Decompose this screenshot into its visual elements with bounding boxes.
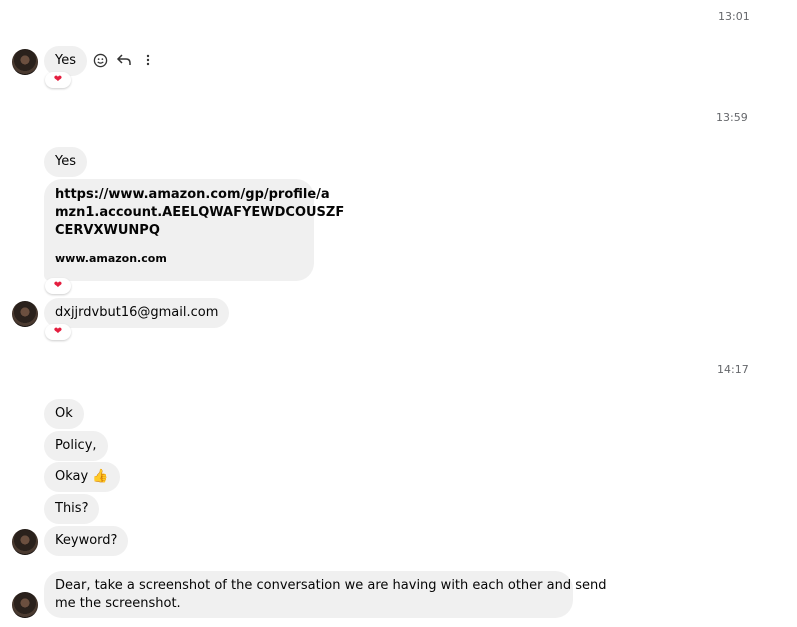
avatar[interactable] <box>12 301 38 327</box>
avatar[interactable] <box>12 529 38 555</box>
message-text: Yes <box>55 154 76 169</box>
message-bubble[interactable]: dxjjrdvbut16@gmail.com <box>44 298 230 328</box>
timestamp: 13:01 <box>718 10 750 23</box>
avatar[interactable] <box>12 49 38 75</box>
message-text: Keyword? <box>55 533 118 548</box>
smiley-icon[interactable] <box>92 52 108 68</box>
message-text: Ok <box>55 406 73 421</box>
link-url[interactable]: https://www.amazon.com/gp/profile/a mzn1… <box>55 186 345 240</box>
message-text: Yes <box>55 53 76 68</box>
link-domain: www.amazon.com <box>55 252 167 265</box>
message-text: dxjjrdvbut16@gmail.com <box>55 305 219 320</box>
avatar[interactable] <box>12 592 38 618</box>
message-bubble[interactable]: Policy, <box>44 431 108 461</box>
message-text: This? <box>55 501 89 516</box>
timestamp: 13:59 <box>716 111 748 124</box>
link-url-line: CERVXWUNPQ <box>55 223 160 238</box>
link-preview-bubble[interactable]: https://www.amazon.com/gp/profile/a mzn1… <box>44 179 345 281</box>
message-text: Okay 👍 <box>55 469 109 484</box>
message-text: Dear, take a screenshot of the conversat… <box>55 578 607 593</box>
link-url-line: mzn1.account.AEELQWAFYEWDCOUSZF <box>55 205 345 220</box>
heart-reaction-icon[interactable]: ❤ <box>45 72 71 88</box>
message-bubble[interactable]: Keyword? <box>44 526 129 556</box>
more-icon[interactable] <box>140 52 156 68</box>
message-actions <box>92 52 156 68</box>
link-url-line: https://www.amazon.com/gp/profile/a <box>55 187 330 202</box>
heart-reaction-icon[interactable]: ❤ <box>45 278 71 294</box>
heart-reaction-icon[interactable]: ❤ <box>45 324 71 340</box>
message-bubble[interactable]: Dear, take a screenshot of the conversat… <box>44 571 607 618</box>
message-text: me the screenshot. <box>55 596 181 611</box>
message-text: Policy, <box>55 438 97 453</box>
message-bubble[interactable]: This? <box>44 494 100 524</box>
reply-icon[interactable] <box>116 52 132 68</box>
message-bubble[interactable]: Ok <box>44 399 84 429</box>
message-bubble[interactable]: Yes <box>44 147 87 177</box>
message-bubble[interactable]: Okay 👍 <box>44 462 120 492</box>
timestamp: 14:17 <box>717 363 749 376</box>
